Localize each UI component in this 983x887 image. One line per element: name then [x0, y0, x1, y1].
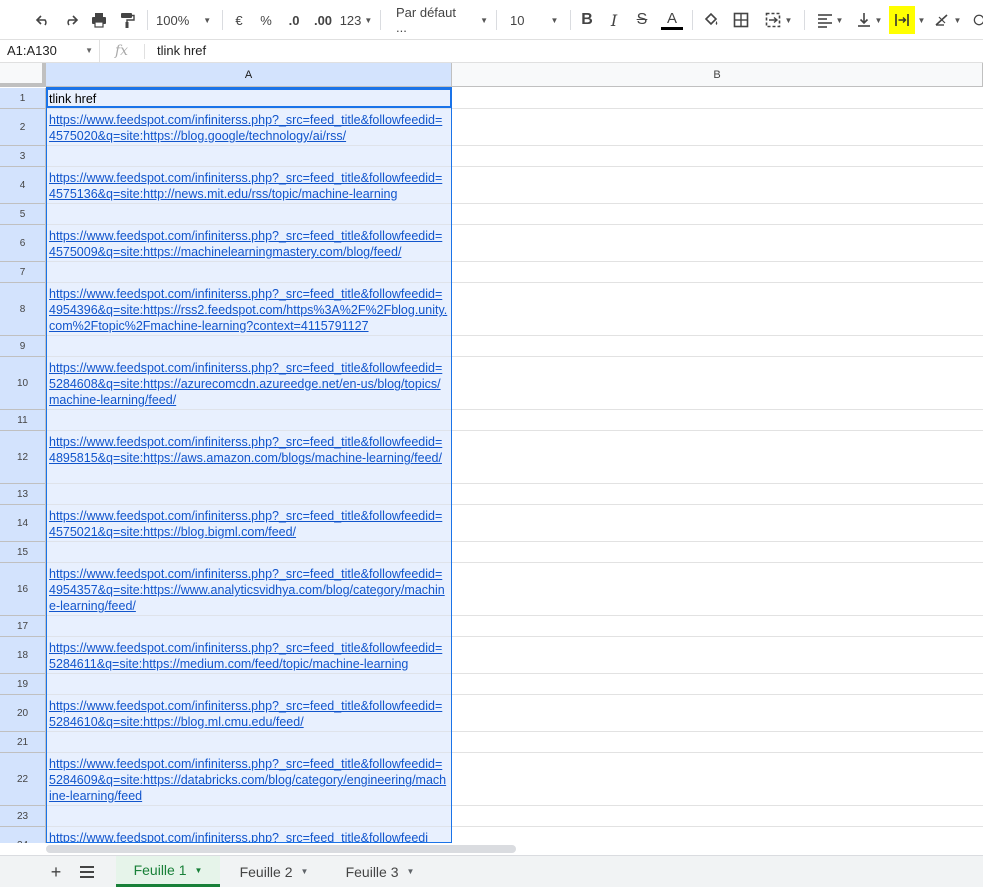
cell-b[interactable] [452, 695, 983, 732]
cell-link[interactable]: https://www.feedspot.com/infiniterss.php… [49, 167, 448, 202]
cell-b[interactable] [452, 146, 983, 167]
cell-b[interactable] [452, 827, 983, 843]
cell-a[interactable] [46, 262, 452, 283]
cell-a[interactable]: https://www.feedspot.com/infiniterss.php… [46, 563, 452, 616]
cell-a[interactable]: https://www.feedspot.com/infiniterss.php… [46, 225, 452, 262]
cell-b[interactable] [452, 732, 983, 753]
cell-a[interactable]: https://www.feedspot.com/infiniterss.php… [46, 637, 452, 674]
cell-b[interactable] [452, 674, 983, 695]
cell-a[interactable]: https://www.feedspot.com/infiniterss.php… [46, 109, 452, 146]
cell-link[interactable]: https://www.feedspot.com/infiniterss.php… [49, 563, 448, 614]
cell-b[interactable] [452, 505, 983, 542]
chevron-down-icon: ▼ [406, 867, 415, 876]
sheet-tab-3[interactable]: Feuille 3 ▼ [328, 856, 432, 887]
cell-a[interactable] [46, 146, 452, 167]
cell-a[interactable]: https://www.feedspot.com/infiniterss.php… [46, 283, 452, 336]
cell-b[interactable] [452, 109, 983, 146]
cell-b[interactable] [452, 616, 983, 637]
list-icon[interactable] [77, 862, 97, 882]
grid: 1 tlink href 2 https://www.feedspot.com/inf… [0, 0, 983, 843]
cell-b[interactable] [452, 283, 983, 336]
cell-link[interactable]: https://www.feedspot.com/infiniterss.php… [49, 695, 448, 730]
cell-link[interactable]: https://www.feedspot.com/infiniterss.php… [49, 109, 448, 144]
chevron-down-icon: ▼ [194, 865, 203, 875]
cell-b[interactable] [452, 542, 983, 563]
sheet-tab-1[interactable]: Feuille 1 ▼ [116, 856, 220, 887]
row-header[interactable]: 20 [0, 695, 46, 732]
cell-b[interactable] [452, 563, 983, 616]
cell-a[interactable]: https://www.feedspot.com/infiniterss.php… [46, 431, 452, 484]
cell-a[interactable]: https://www.feedspot.com/infiniterss.php… [46, 167, 452, 204]
row-header[interactable]: 1 [0, 88, 46, 109]
cell-link[interactable]: https://www.feedspot.com/infiniterss.php… [49, 431, 448, 466]
cell-text: tlink href [49, 92, 97, 106]
chevron-down-icon: ▼ [300, 867, 309, 876]
row-header[interactable]: 18 [0, 637, 46, 674]
row-header[interactable]: 9 [0, 336, 46, 357]
cell-a[interactable] [46, 674, 452, 695]
cell-b[interactable] [452, 204, 983, 225]
row-header[interactable]: 24 [0, 827, 46, 843]
row-header[interactable]: 7 [0, 262, 46, 283]
cell-a[interactable] [46, 336, 452, 357]
cell-a[interactable]: https://www.feedspot.com/infiniterss.php… [46, 827, 452, 843]
cell-b[interactable] [452, 431, 983, 484]
cell-b[interactable] [452, 88, 983, 109]
row-header[interactable]: 3 [0, 146, 46, 167]
row-header[interactable]: 12 [0, 431, 46, 484]
row-header[interactable]: 19 [0, 674, 46, 695]
cell-a[interactable] [46, 410, 452, 431]
row-header[interactable]: 8 [0, 283, 46, 336]
cell-a[interactable] [46, 616, 452, 637]
cell-b[interactable] [452, 336, 983, 357]
cell-link[interactable]: https://www.feedspot.com/infiniterss.php… [49, 225, 448, 260]
sheet-tab-label: Feuille 1 [133, 862, 187, 878]
row-header[interactable]: 10 [0, 357, 46, 410]
row-header[interactable]: 15 [0, 542, 46, 563]
sheet-tabs-bar: + Feuille 1 ▼ Feuille 2 ▼ Feuille 3 ▼ [0, 855, 983, 887]
cell-b[interactable] [452, 167, 983, 204]
cell-a[interactable] [46, 732, 452, 753]
cell-a[interactable]: tlink href [46, 88, 452, 109]
cell-link[interactable]: https://www.feedspot.com/infiniterss.php… [49, 637, 448, 672]
cell-link[interactable]: https://www.feedspot.com/infiniterss.php… [49, 827, 448, 843]
row-header[interactable]: 16 [0, 563, 46, 616]
cell-a[interactable]: https://www.feedspot.com/infiniterss.php… [46, 505, 452, 542]
cell-a[interactable]: https://www.feedspot.com/infiniterss.php… [46, 695, 452, 732]
row-header[interactable]: 11 [0, 410, 46, 431]
cell-b[interactable] [452, 637, 983, 674]
cell-a[interactable] [46, 806, 452, 827]
sheet-tab-label: Feuille 2 [239, 863, 293, 880]
cell-a[interactable]: https://www.feedspot.com/infiniterss.php… [46, 357, 452, 410]
cell-link[interactable]: https://www.feedspot.com/infiniterss.php… [49, 505, 448, 540]
cell-a[interactable] [46, 542, 452, 563]
cell-b[interactable] [452, 753, 983, 806]
row-header[interactable]: 6 [0, 225, 46, 262]
horizontal-scrollbar[interactable] [46, 845, 516, 853]
row-header[interactable]: 5 [0, 204, 46, 225]
row-header[interactable]: 17 [0, 616, 46, 637]
row-header[interactable]: 2 [0, 109, 46, 146]
sheet-tab-label: Feuille 3 [345, 863, 399, 880]
row-header[interactable]: 13 [0, 484, 46, 505]
row-header[interactable]: 21 [0, 732, 46, 753]
cell-b[interactable] [452, 410, 983, 431]
cell-link[interactable]: https://www.feedspot.com/infiniterss.php… [49, 283, 448, 334]
cell-b[interactable] [452, 484, 983, 505]
row-header[interactable]: 22 [0, 753, 46, 806]
row-header[interactable]: 14 [0, 505, 46, 542]
cell-b[interactable] [452, 357, 983, 410]
row-header[interactable]: 23 [0, 806, 46, 827]
cell-b[interactable] [452, 806, 983, 827]
sheet-tab-2[interactable]: Feuille 2 ▼ [222, 856, 326, 887]
cell-b[interactable] [452, 262, 983, 283]
cell-a[interactable] [46, 484, 452, 505]
cell-a[interactable] [46, 204, 452, 225]
cell-link[interactable]: https://www.feedspot.com/infiniterss.php… [49, 357, 448, 408]
cell-b[interactable] [452, 225, 983, 262]
row-header[interactable]: 4 [0, 167, 46, 204]
plus-icon[interactable]: + [46, 862, 66, 882]
cell-link[interactable]: https://www.feedspot.com/infiniterss.php… [49, 753, 448, 804]
cell-a[interactable]: https://www.feedspot.com/infiniterss.php… [46, 753, 452, 806]
